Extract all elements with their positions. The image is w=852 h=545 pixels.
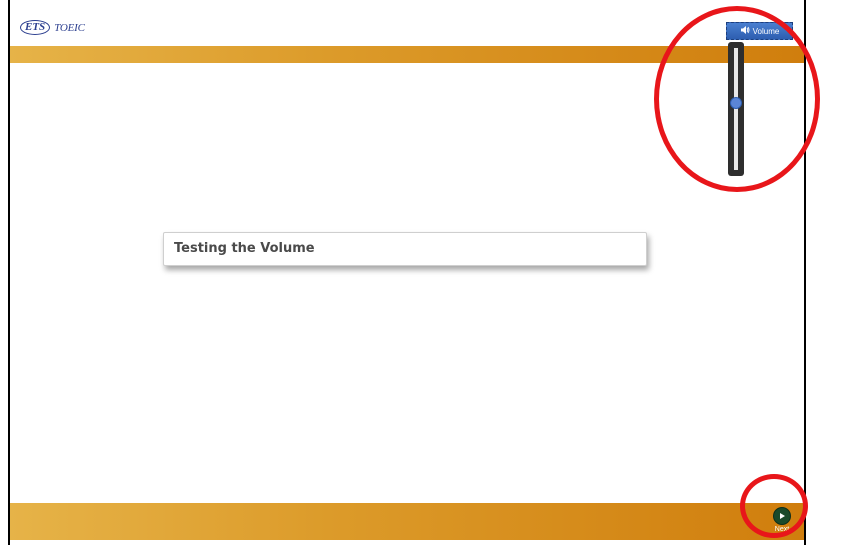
content-title-box: Testing the Volume <box>163 232 647 266</box>
logo-ets: ETS <box>20 20 51 35</box>
annotation-circle-next <box>740 474 808 538</box>
ets-toeic-logo: ETS TOEIC <box>20 20 85 35</box>
logo-toeic: TOEIC <box>54 21 85 34</box>
annotation-circle-volume <box>654 6 820 192</box>
bottom-banner-bar <box>10 503 804 540</box>
test-window: ETS TOEIC Volume Testing the Volume Next <box>0 0 852 545</box>
window-border-left <box>8 0 10 545</box>
page-title: Testing the Volume <box>174 241 315 256</box>
